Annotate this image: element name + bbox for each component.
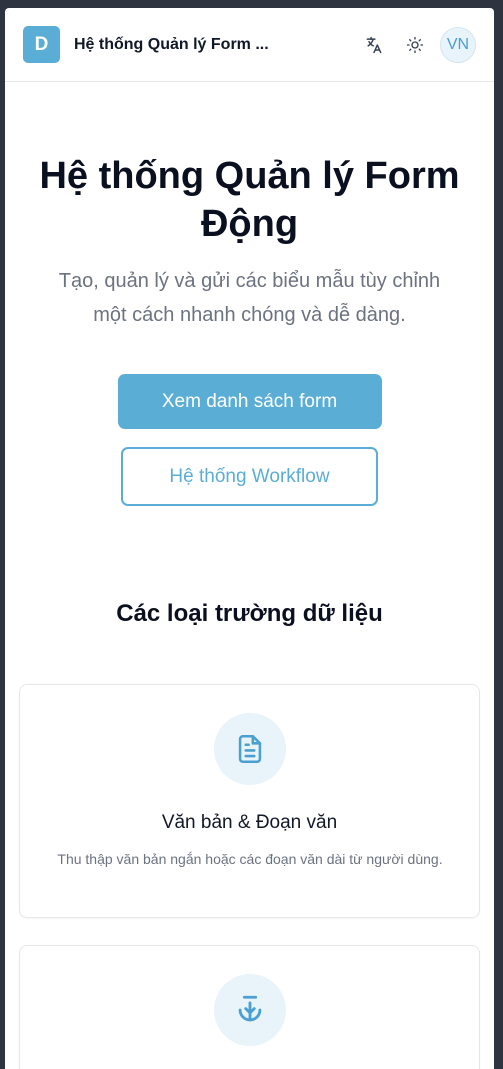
app-title[interactable]: Hệ thống Quản lý Form ... <box>74 36 269 54</box>
language-icon[interactable] <box>362 33 386 57</box>
view-forms-button[interactable]: Xem danh sách form <box>117 374 382 429</box>
document-text-icon <box>213 713 286 785</box>
field-type-card-text: Văn bản & Đoạn văn Thu thập văn bản ngắn… <box>19 684 480 918</box>
top-navbar: D Hệ thống Quản lý Form ... VN <box>5 8 494 82</box>
hero-section: Hệ thống Quản lý Form Động Tạo, quản lý … <box>5 152 494 506</box>
page-title: Hệ thống Quản lý Form Động <box>39 155 460 245</box>
field-type-card-2 <box>19 945 480 1069</box>
app-logo[interactable]: D <box>23 26 60 63</box>
field-types-heading: Các loại trường dữ liệu <box>116 600 383 627</box>
user-avatar[interactable]: VN <box>440 26 476 63</box>
header-actions: VN <box>362 26 476 63</box>
workflow-button[interactable]: Hệ thống Workflow <box>121 447 378 506</box>
app-window: D Hệ thống Quản lý Form ... VN Hệ thống … <box>5 8 494 1069</box>
anchor-icon <box>213 974 286 1046</box>
card-description: Thu thập văn bản ngắn hoặc các đoạn văn … <box>57 851 443 867</box>
sun-icon[interactable] <box>403 33 427 57</box>
page-subtitle: Tạo, quản lý và gửi các biểu mẫu tùy chỉ… <box>58 270 441 326</box>
card-title: Văn bản & Đoạn văn <box>161 812 338 833</box>
